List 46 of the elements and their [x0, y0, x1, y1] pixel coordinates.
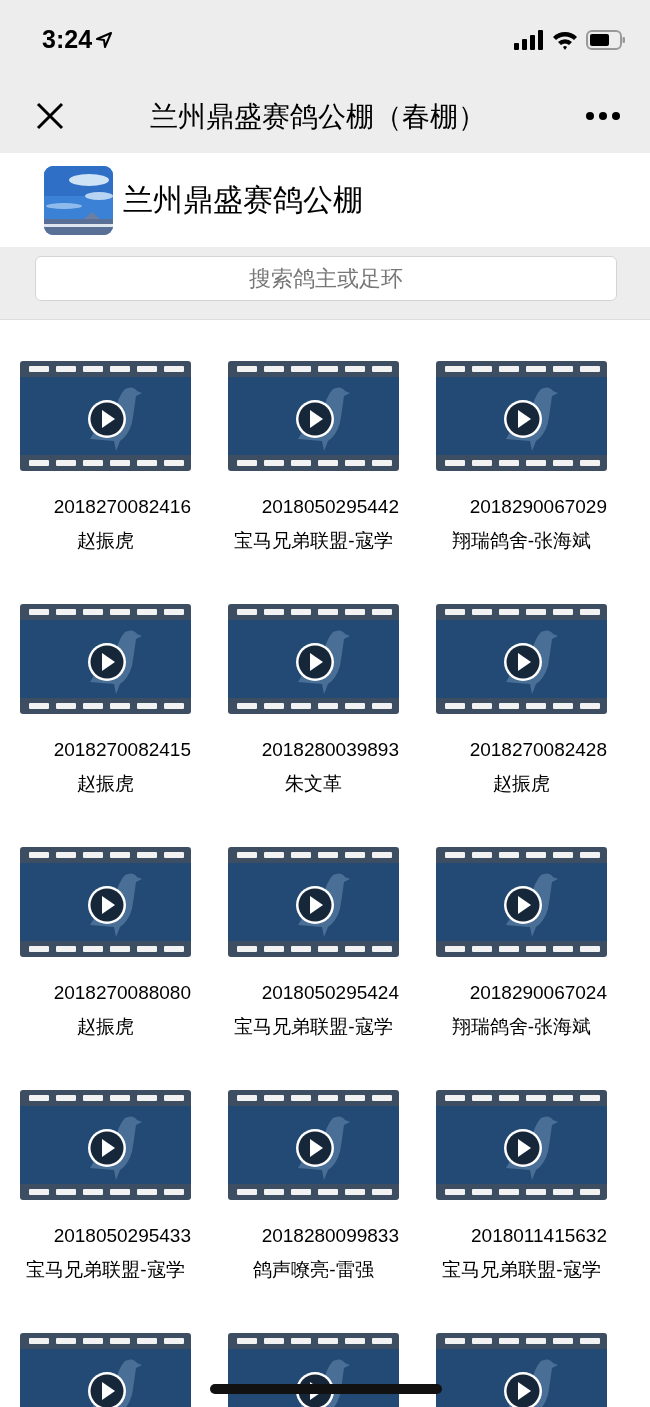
owner-name: 赵振虎 [493, 772, 550, 796]
battery-icon [586, 30, 626, 50]
account-name: 兰州鼎盛赛鸽公棚 [123, 182, 363, 218]
video-thumbnail[interactable] [20, 847, 191, 957]
owner-name: 赵振虎 [77, 1015, 134, 1039]
owner-name: 朱文革 [285, 772, 342, 796]
ring-number: 2018280099833 [261, 1224, 399, 1248]
ring-number: 2018270082416 [53, 495, 191, 519]
video-thumbnail[interactable] [436, 361, 607, 471]
ring-number: 2018011415632 [471, 1224, 607, 1248]
owner-name: 宝马兄弟联盟-寇学 [234, 529, 393, 553]
video-thumbnail[interactable] [436, 1090, 607, 1200]
video-thumbnail[interactable] [228, 604, 399, 714]
ring-number: 2018270088080 [53, 981, 191, 1005]
video-thumbnail[interactable] [436, 604, 607, 714]
video-thumbnail[interactable] [228, 361, 399, 471]
owner-name: 翔瑞鸽舍-张海斌 [451, 529, 592, 553]
video-thumbnail[interactable] [20, 604, 191, 714]
page-title: 兰州鼎盛赛鸽公棚（春棚） [150, 99, 486, 134]
more-icon[interactable] [585, 111, 621, 121]
video-thumbnail[interactable] [436, 847, 607, 957]
ring-number: 2018050295433 [53, 1224, 191, 1248]
owner-name: 宝马兄弟联盟-寇学 [26, 1258, 185, 1282]
search-field[interactable]: 搜索鸽主或足环 [35, 256, 617, 301]
owner-name: 赵振虎 [77, 772, 134, 796]
video-thumbnail[interactable] [20, 361, 191, 471]
ring-number: 2018280039893 [261, 738, 399, 762]
owner-name: 赵振虎 [77, 529, 134, 553]
ring-number: 2018290067029 [469, 495, 607, 519]
ring-number: 2018290067024 [469, 981, 607, 1005]
wifi-icon [552, 30, 578, 50]
ring-number: 2018270082415 [53, 738, 191, 762]
owner-name: 宝马兄弟联盟-寇学 [234, 1015, 393, 1039]
video-thumbnail[interactable] [20, 1090, 191, 1200]
close-icon[interactable] [36, 102, 64, 130]
owner-name: 宝马兄弟联盟-寇学 [442, 1258, 601, 1282]
owner-name: 翔瑞鸽舍-张海斌 [451, 1015, 592, 1039]
location-icon [96, 32, 113, 48]
signal-icon [514, 30, 544, 50]
video-thumbnail[interactable] [228, 1090, 399, 1200]
status-time: 3:24 [42, 24, 93, 56]
ring-number: 2018270082428 [469, 738, 607, 762]
ring-number: 2018050295442 [261, 495, 399, 519]
owner-name: 鸽声嘹亮-雷强 [253, 1258, 374, 1282]
ring-number: 2018050295424 [261, 981, 399, 1005]
video-thumbnail[interactable] [228, 847, 399, 957]
